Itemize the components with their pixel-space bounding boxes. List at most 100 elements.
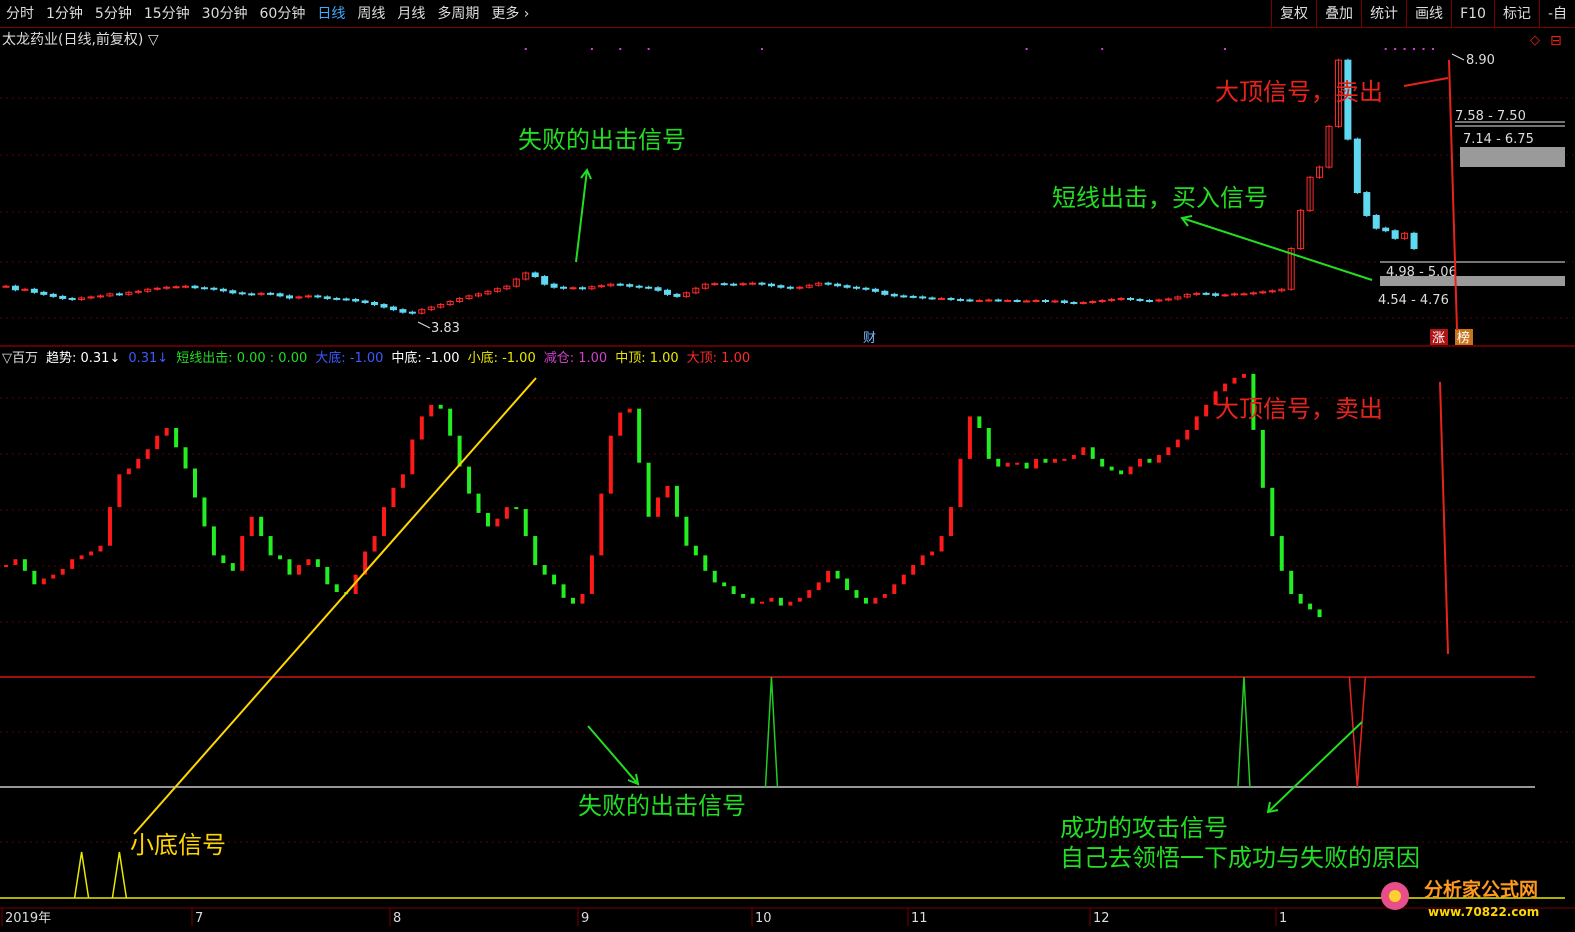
trend-bar xyxy=(4,565,8,568)
candle xyxy=(1004,299,1012,302)
date-label-6: 12 xyxy=(1093,911,1110,926)
stock-chart[interactable]: 太龙药业(日线,前复权) ▽ ◇ ⊟ 7.58 - 7.50 7.14 - 6.… xyxy=(0,28,1575,932)
trend-bar xyxy=(13,559,18,566)
trend-bar xyxy=(32,570,37,585)
period-tab-9[interactable]: 多周期 xyxy=(431,0,485,28)
trend-bar xyxy=(1260,429,1265,488)
tool-button-0[interactable]: 复权 xyxy=(1271,0,1316,28)
trend-bar xyxy=(892,584,897,594)
candle xyxy=(900,295,908,298)
trend-bar xyxy=(1109,466,1114,471)
period-tab-2[interactable]: 5分钟 xyxy=(89,0,138,28)
date-label-3: 9 xyxy=(581,911,589,926)
trend-bar xyxy=(249,516,254,537)
trend-bar xyxy=(826,570,831,583)
candle xyxy=(1363,192,1371,216)
candle xyxy=(210,287,218,290)
candle xyxy=(276,293,284,297)
candle xyxy=(238,292,246,295)
period-tab-10[interactable]: 更多 › xyxy=(485,0,535,28)
trend-bar xyxy=(939,536,944,552)
period-tab-5[interactable]: 60分钟 xyxy=(254,0,312,28)
candle xyxy=(1372,214,1380,229)
trend-bar xyxy=(863,597,868,604)
trend-bar xyxy=(1052,458,1057,463)
trend-bar xyxy=(1308,603,1313,610)
top-signal-dot xyxy=(619,48,622,50)
period-tab-7[interactable]: 周线 xyxy=(351,0,391,28)
watermark-name: 分析家公式网 xyxy=(1424,878,1538,901)
range-label-3: 4.98 - 5.06 xyxy=(1386,265,1457,280)
legend-item-1: 趋势: 0.31↓ xyxy=(46,350,120,366)
trend-bar xyxy=(571,597,575,604)
candle xyxy=(389,306,397,311)
candle xyxy=(664,289,671,295)
tool-button-6[interactable]: -自 xyxy=(1538,0,1575,28)
trend-bar xyxy=(533,536,538,566)
period-tab-3[interactable]: 15分钟 xyxy=(138,0,196,28)
candle xyxy=(380,304,388,308)
top-signal-dot xyxy=(1422,48,1425,50)
tool-button-4[interactable]: F10 xyxy=(1451,0,1494,28)
event-label-finance[interactable]: 财 xyxy=(863,331,876,346)
candle xyxy=(333,297,341,300)
tool-button-2[interactable]: 统计 xyxy=(1361,0,1406,28)
trend-bar xyxy=(930,551,935,556)
candle xyxy=(616,283,624,286)
candle xyxy=(956,298,964,301)
candle xyxy=(361,300,369,304)
top-signal-dot xyxy=(1224,48,1227,50)
candle xyxy=(286,295,293,299)
tool-button-5[interactable]: 标记 xyxy=(1493,0,1539,28)
trend-bar xyxy=(627,408,632,413)
trend-bar xyxy=(268,536,273,556)
trend-bar xyxy=(41,578,46,585)
period-tab-6[interactable]: 日线 xyxy=(311,0,351,28)
trend-bar xyxy=(89,551,94,556)
trend-bar xyxy=(1062,458,1067,461)
candle xyxy=(408,311,416,314)
trend-bar xyxy=(741,593,746,598)
collapse-icon[interactable]: ⊟ xyxy=(1550,33,1562,49)
event-label-list[interactable]: 榜 xyxy=(1457,330,1470,346)
legend-item-2: 0.31↓ xyxy=(128,351,168,366)
indicator-legend: ▽百万 趋势: 0.31↓ 0.31↓ 短线出击: 0.00 : 0.00 大底: -1… xyxy=(2,350,750,366)
trend-bar xyxy=(183,447,188,469)
trend-bar xyxy=(467,466,472,494)
candle xyxy=(985,299,993,302)
trend-bar xyxy=(778,597,783,606)
date-label-4: 10 xyxy=(755,911,772,926)
candle xyxy=(323,296,331,299)
event-label-rise[interactable]: 涨 xyxy=(1432,331,1445,346)
candle xyxy=(834,283,842,287)
watermark-url: www.70822.com xyxy=(1428,905,1539,919)
trend-bar xyxy=(580,593,585,604)
top-signal-dot xyxy=(1384,48,1387,50)
period-tab-0[interactable]: 分时 xyxy=(0,0,40,28)
period-tab-8[interactable]: 月线 xyxy=(391,0,431,28)
trend-bar xyxy=(949,507,953,537)
trend-bar xyxy=(807,590,812,598)
candle xyxy=(730,283,738,286)
candle xyxy=(1212,293,1220,296)
range-label-4: 4.54 - 4.76 xyxy=(1378,293,1449,308)
annotation-small-bottom: 小底信号 xyxy=(130,831,226,859)
trend-bar xyxy=(334,584,339,593)
period-tab-1[interactable]: 1分钟 xyxy=(40,0,89,28)
tool-button-3[interactable]: 画线 xyxy=(1406,0,1451,28)
tool-button-1[interactable]: 叠加 xyxy=(1316,0,1361,28)
candle xyxy=(578,287,586,290)
candle xyxy=(843,285,851,288)
trend-bar xyxy=(1147,458,1152,463)
period-tab-4[interactable]: 30分钟 xyxy=(196,0,254,28)
trend-bar xyxy=(193,468,197,498)
trend-bar xyxy=(731,586,736,594)
legend-item-3: 短线出击: 0.00 : 0.00 xyxy=(176,351,307,366)
range-band-upper xyxy=(1460,147,1565,167)
diamond-icon[interactable]: ◇ xyxy=(1530,33,1540,48)
candle xyxy=(975,299,983,302)
trend-bar xyxy=(174,427,179,448)
candle xyxy=(720,283,728,286)
price-title: 太龙药业(日线,前复权) ▽ xyxy=(2,31,159,48)
top-signal-dot xyxy=(590,48,593,50)
